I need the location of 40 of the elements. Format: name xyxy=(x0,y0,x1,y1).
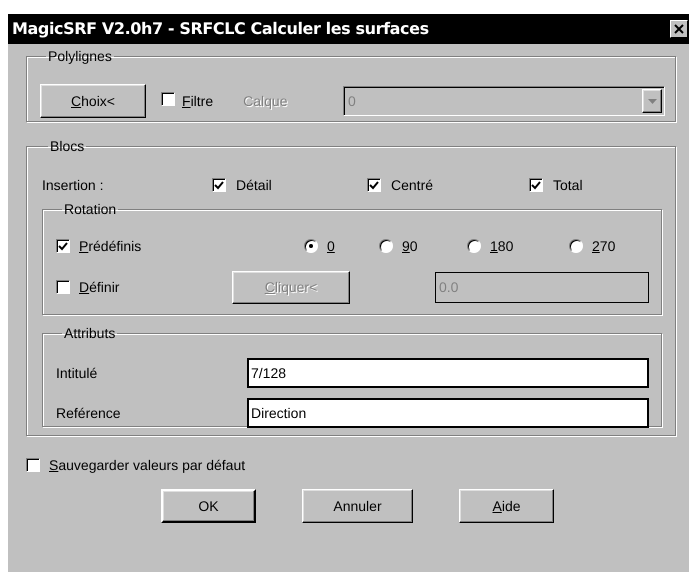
group-title: Polylignes xyxy=(47,47,113,66)
insertion-option-label[interactable]: Total xyxy=(553,174,583,196)
predefined-label[interactable]: Prédéfinis xyxy=(79,236,304,256)
insertion-checkbox[interactable] xyxy=(212,178,226,192)
save-defaults-label[interactable]: Sauvegarder valeurs par défaut xyxy=(49,454,246,476)
close-button[interactable] xyxy=(670,20,688,38)
radio-button[interactable] xyxy=(304,239,318,253)
radio-button[interactable] xyxy=(467,239,481,253)
dialog-button[interactable]: Aide xyxy=(459,489,554,523)
define-label[interactable]: Définir xyxy=(79,276,232,298)
radio-button[interactable] xyxy=(379,239,393,253)
window-title: MagicSRF V2.0h7 - SRFCLC Calculer les surfaces xyxy=(12,18,429,40)
choose-button[interactable]: Choix< xyxy=(40,84,146,118)
insertion-checkbox[interactable] xyxy=(529,178,543,192)
angle-option-label[interactable]: 0 xyxy=(327,236,335,256)
group-title: Attributs xyxy=(63,324,116,343)
group-title: Rotation xyxy=(63,200,118,219)
angle-option-label[interactable]: 180 xyxy=(490,236,514,256)
text-field[interactable]: 7/128 xyxy=(247,358,649,388)
text-field[interactable]: Direction xyxy=(247,398,649,428)
close-icon xyxy=(674,24,684,34)
save-defaults-checkbox[interactable] xyxy=(26,458,40,472)
insertion-checkbox[interactable] xyxy=(367,178,381,192)
define-checkbox[interactable] xyxy=(56,280,70,294)
field-label: Intitulé xyxy=(56,364,98,382)
radio-button[interactable] xyxy=(569,239,583,253)
layer-label: Calque xyxy=(243,92,288,111)
insertion-option-label[interactable]: Détail xyxy=(236,174,272,196)
insertion-option-label[interactable]: Centré xyxy=(391,174,434,196)
layer-value: 0 xyxy=(348,92,356,110)
filter-label[interactable]: Filtre xyxy=(182,90,214,112)
angle-option-label[interactable]: 90 xyxy=(402,236,418,256)
dialog-button[interactable]: OK xyxy=(161,489,256,523)
predefined-checkbox[interactable] xyxy=(56,239,70,253)
dialog-button[interactable]: Annuler xyxy=(302,489,413,523)
field-label: Reférence xyxy=(56,404,122,422)
filter-checkbox[interactable] xyxy=(161,92,175,106)
insertion-label: Insertion : xyxy=(42,176,104,194)
group-title: Blocs xyxy=(49,137,86,156)
angle-option-label[interactable]: 270 xyxy=(592,236,616,256)
